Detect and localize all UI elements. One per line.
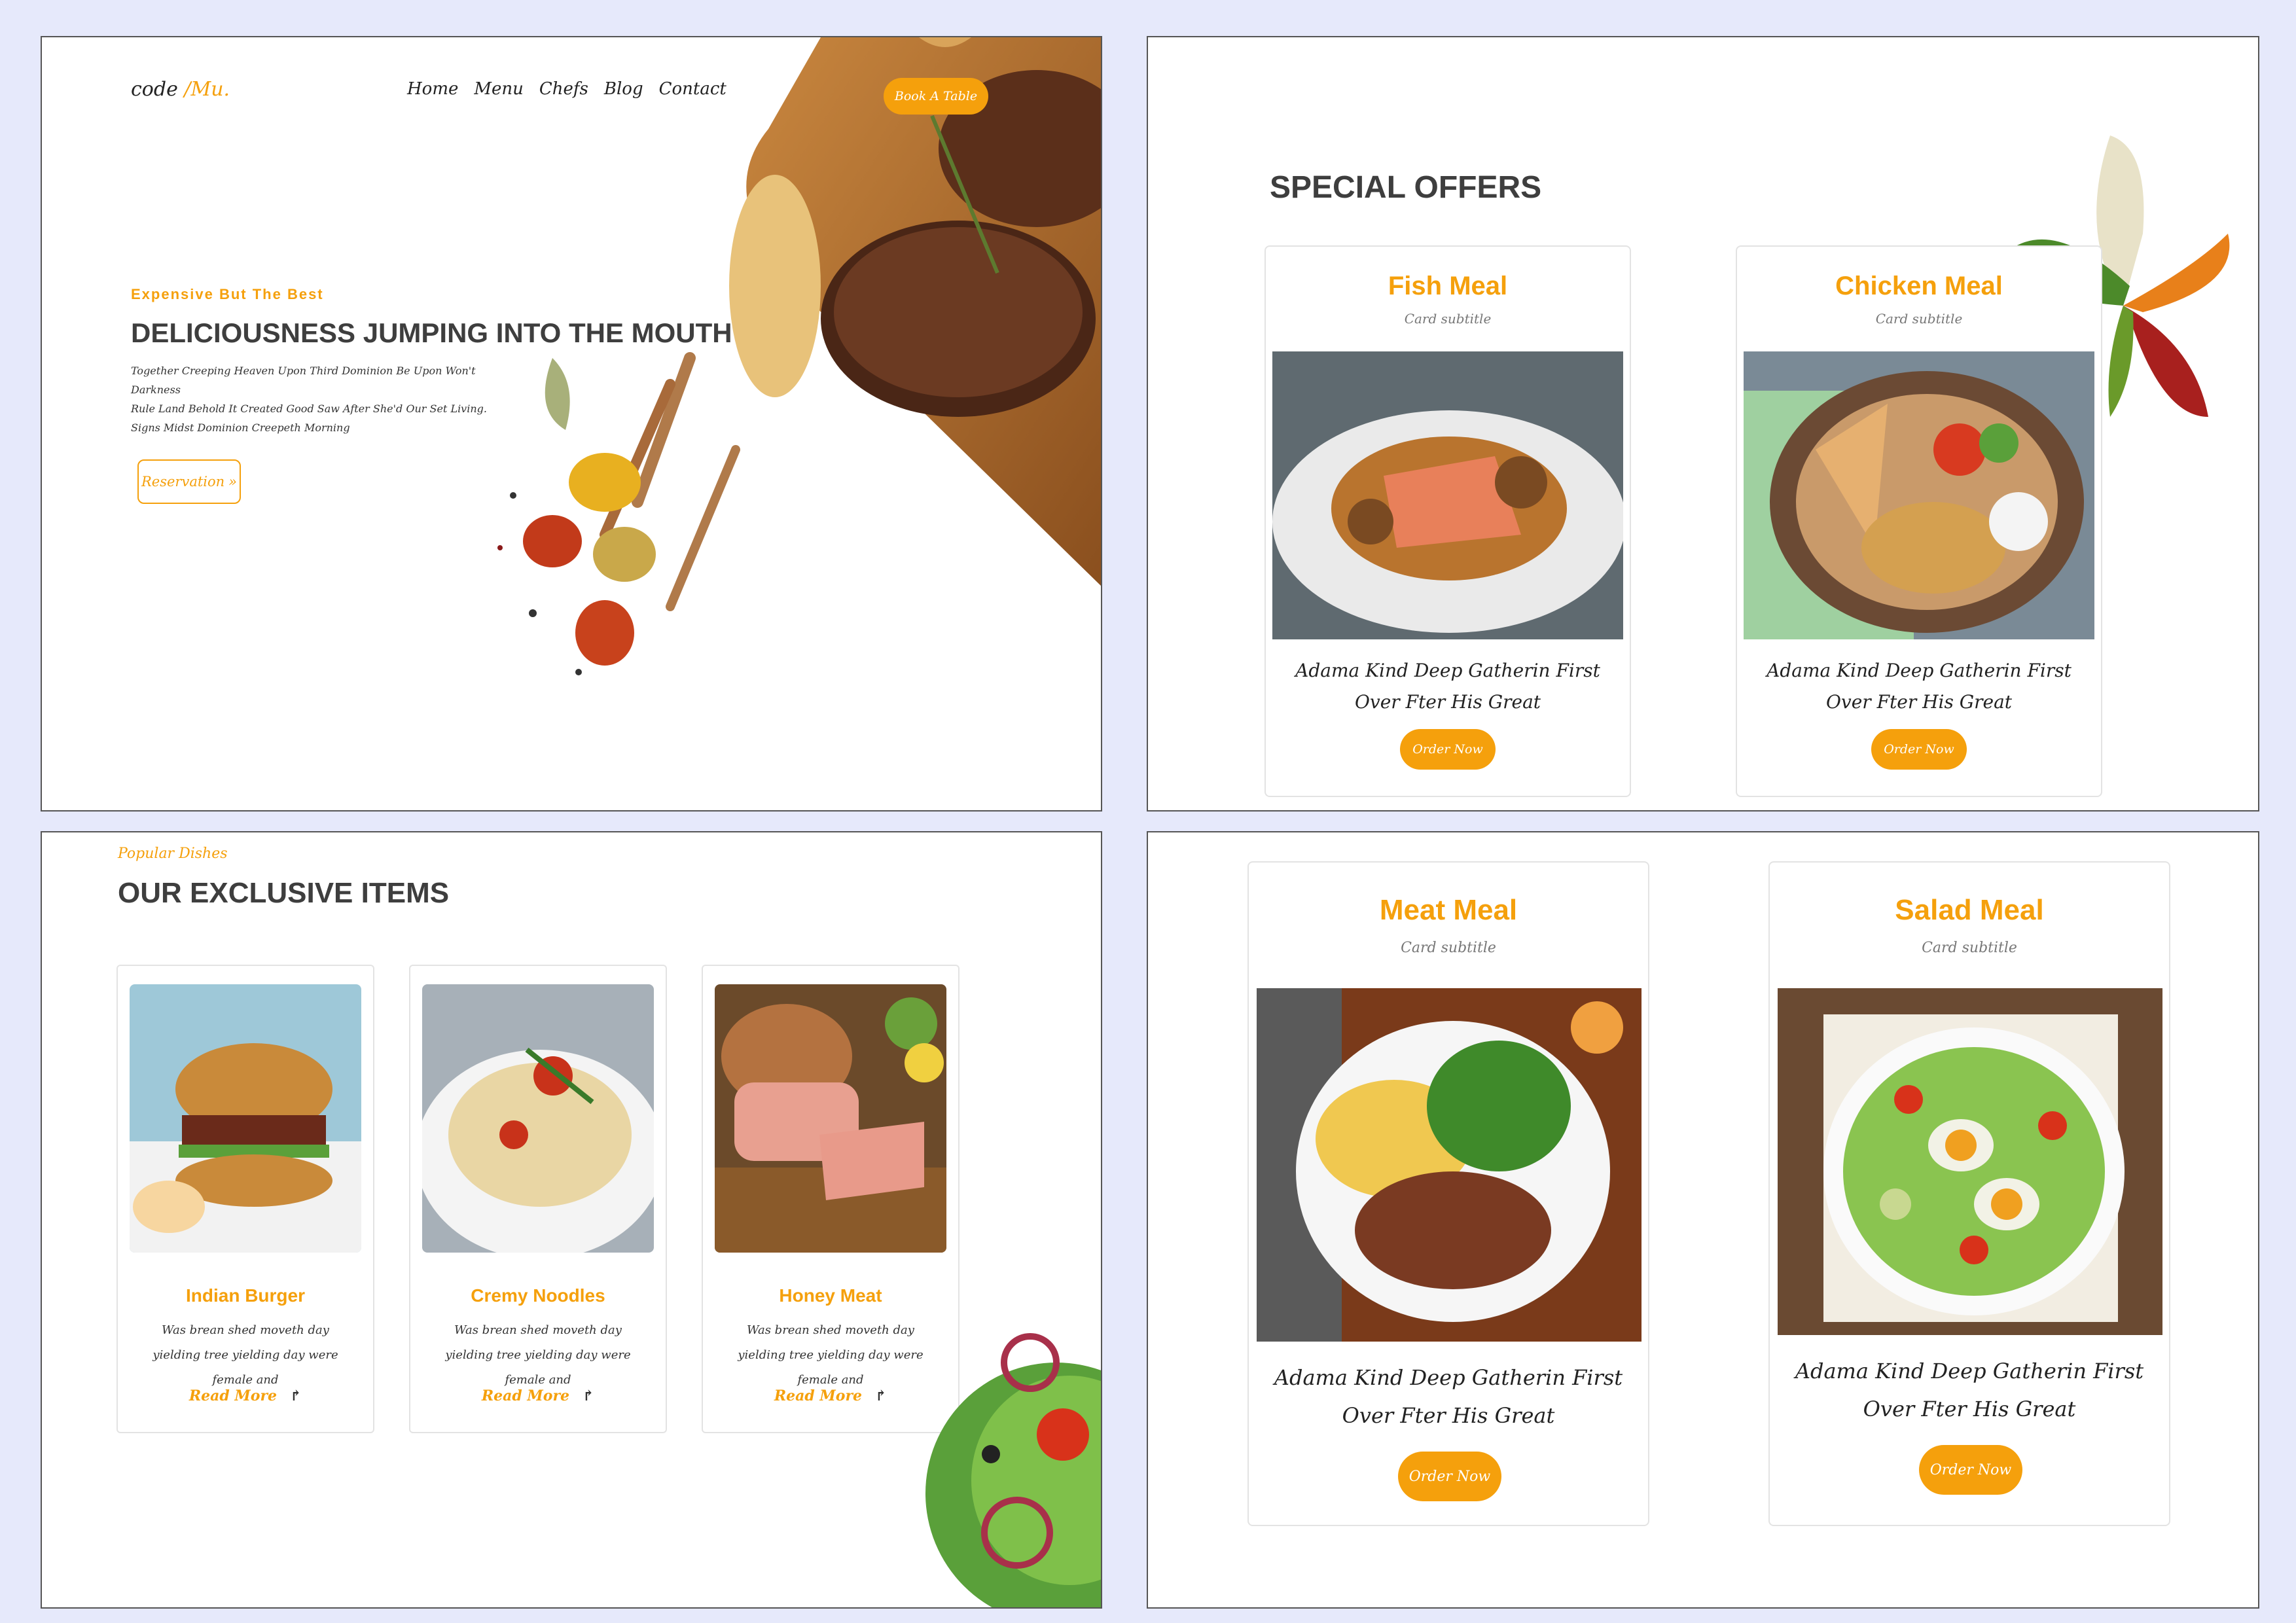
special-offers-panel: SPECIAL OFFERS Fish Meal Card subtitle A… [1147, 36, 2259, 812]
card-description: Adama Kind Deep Gatherin First Over Fter… [1795, 1359, 2144, 1421]
arrow-turn-icon: ↱ [582, 1387, 595, 1404]
book-table-button[interactable]: Book A Table [884, 78, 988, 115]
hero-panel: code /Mu. Home Menu Chefs Blog Contact B… [41, 36, 1102, 812]
salad-bowl-image [925, 1333, 1101, 1607]
dish-description: Was brean shed moveth day yielding tree … [445, 1323, 631, 1387]
card-description: Adama Kind Deep Gatherin First Over Fter… [1274, 1365, 1623, 1428]
offer-card: Meat Meal Card subtitle Adama Kind Deep … [1247, 861, 1649, 1526]
read-more-label: Read More [774, 1387, 863, 1404]
chicken-meal-image [1744, 351, 2094, 639]
section-title: SPECIAL OFFERS [1270, 170, 1542, 205]
noodles-image [422, 984, 654, 1253]
offer-card: Salad Meal Card subtitle Adama Kind Deep… [1768, 861, 2170, 1526]
card-subtitle: Card subtitle [1875, 311, 1963, 327]
exclusive-items-panel: Popular Dishes OUR EXCLUSIVE ITEMS India… [41, 831, 1102, 1609]
hero-text-line: Rule Land Behold It Created Good Saw Aft… [131, 402, 487, 415]
dish-description: Was brean shed moveth day yielding tree … [738, 1323, 924, 1387]
hero-description: Together Creeping Heaven Upon Third Domi… [131, 361, 497, 437]
section-label: Popular Dishes [118, 846, 228, 862]
meat-meal-image [1257, 988, 1641, 1342]
arrow-turn-icon: ↱ [289, 1387, 302, 1404]
reservation-label: Reservation [141, 474, 225, 490]
card-description: Adama Kind Deep Gatherin First Over Fter… [1295, 660, 1600, 713]
nav-home[interactable]: Home [407, 79, 458, 99]
read-more-label: Read More [188, 1387, 278, 1404]
main-nav: Home Menu Chefs Blog Contact [407, 79, 726, 99]
offer-card: Fish Meal Card subtitle Adama Kind Deep … [1265, 245, 1631, 797]
dish-title: Cremy Noodles [471, 1285, 605, 1306]
order-now-button[interactable]: Order Now [1400, 729, 1496, 770]
meal-offers-panel: Meat Meal Card subtitle Adama Kind Deep … [1147, 831, 2259, 1609]
reservation-button[interactable]: Reservation » [137, 459, 241, 504]
card-subtitle: Card subtitle [1922, 940, 2017, 956]
read-more-label: Read More [481, 1387, 570, 1404]
nav-menu[interactable]: Menu [474, 79, 524, 99]
offer-card: Chicken Meal Card subtitle Adama Kind De… [1736, 245, 2102, 797]
nav-contact[interactable]: Contact [659, 79, 726, 99]
salad-meal-image [1778, 988, 2162, 1335]
steak-image [729, 37, 1101, 586]
nav-blog[interactable]: Blog [604, 79, 643, 99]
nav-chefs[interactable]: Chefs [539, 79, 588, 99]
card-title: Meat Meal [1379, 894, 1518, 926]
dish-card: Cremy Noodles Was brean shed moveth day … [409, 965, 667, 1433]
burger-image [130, 984, 361, 1253]
card-title: Fish Meal [1388, 272, 1508, 300]
dish-description: Was brean shed moveth day yielding tree … [152, 1323, 338, 1387]
hero-text-line: Together Creeping Heaven Upon Third Domi… [131, 365, 476, 396]
fish-meal-image [1272, 351, 1623, 639]
order-now-button[interactable]: Order Now [1919, 1445, 2022, 1495]
section-title: OUR EXCLUSIVE ITEMS [118, 877, 450, 909]
read-more-link[interactable]: Read More ↱ [410, 1387, 666, 1404]
dish-title: Indian Burger [185, 1285, 305, 1306]
order-now-button[interactable]: Order Now [1398, 1452, 1501, 1501]
read-more-link[interactable]: Read More ↱ [118, 1387, 373, 1404]
card-title: Salad Meal [1895, 894, 2044, 926]
card-title: Chicken Meal [1835, 272, 2003, 300]
dish-card: Indian Burger Was brean shed moveth day … [117, 965, 374, 1433]
card-subtitle: Card subtitle [1401, 940, 1496, 956]
honey-meat-image [715, 984, 946, 1253]
double-chevron-right-icon: » [228, 474, 238, 490]
card-subtitle: Card subtitle [1404, 311, 1492, 327]
logo-text: code [131, 78, 178, 101]
hero-tagline: Expensive But The Best [131, 286, 324, 302]
logo[interactable]: code /Mu. [131, 78, 230, 101]
card-description: Adama Kind Deep Gatherin First Over Fter… [1767, 660, 2072, 713]
logo-accent: /Mu. [177, 78, 230, 101]
hero-text-line: Signs Midst Dominion Creepeth Morning [131, 421, 350, 434]
order-now-button[interactable]: Order Now [1871, 729, 1967, 770]
spice-spoons-image [497, 352, 740, 675]
arrow-turn-icon: ↱ [874, 1387, 888, 1404]
